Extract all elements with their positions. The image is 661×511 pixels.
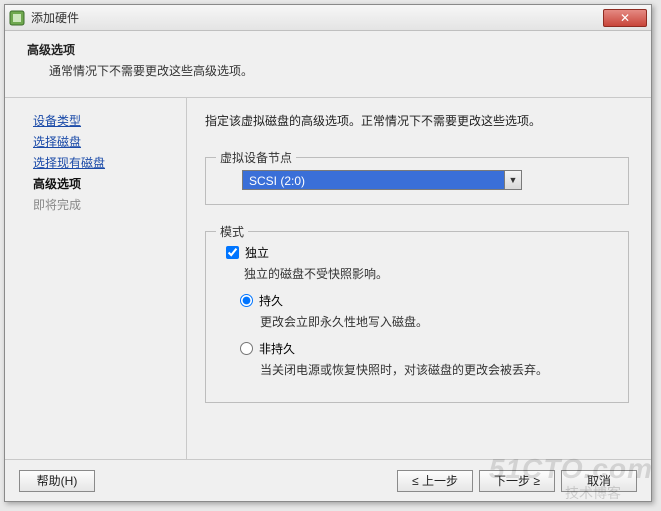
step-advanced-options: 高级选项 (33, 175, 176, 192)
nonpersist-desc: 当关闭电源或恢复快照时，对该磁盘的更改会被丢弃。 (260, 361, 618, 378)
independent-checkbox-row: 独立 (226, 244, 618, 261)
nonpersist-radio[interactable] (240, 342, 253, 355)
wizard-sidebar: 设备类型 选择磁盘 选择现有磁盘 高级选项 即将完成 (5, 98, 187, 459)
body: 设备类型 选择磁盘 选择现有磁盘 高级选项 即将完成 指定该虚拟磁盘的高级选项。… (5, 98, 651, 459)
virtual-device-node-fieldset: 虚拟设备节点 SCSI (2:0) ▼ (205, 157, 629, 205)
mode-legend: 模式 (216, 223, 248, 240)
independent-checkbox[interactable] (226, 246, 239, 259)
footer: 帮助(H) ≤ 上一步 下一步 ≥ 取消 (5, 459, 651, 501)
close-button[interactable]: ✕ (603, 9, 647, 27)
dialog-window: 添加硬件 ✕ 高级选项 通常情况下不需要更改这些高级选项。 设备类型 选择磁盘 … (4, 4, 652, 502)
chevron-down-icon[interactable]: ▼ (504, 170, 522, 190)
header-title: 高级选项 (27, 41, 633, 58)
persist-radio-row: 持久 (240, 292, 618, 309)
virtual-device-node-value: SCSI (2:0) (242, 170, 504, 190)
independent-desc: 独立的磁盘不受快照影响。 (244, 265, 618, 282)
header: 高级选项 通常情况下不需要更改这些高级选项。 (5, 31, 651, 98)
step-device-type[interactable]: 设备类型 (33, 112, 176, 129)
step-ready-complete: 即将完成 (33, 196, 176, 213)
app-icon (9, 10, 25, 26)
nonpersist-radio-row: 非持久 (240, 340, 618, 357)
back-button[interactable]: ≤ 上一步 (397, 470, 473, 492)
persist-radio[interactable] (240, 294, 253, 307)
step-select-disk[interactable]: 选择磁盘 (33, 133, 176, 150)
help-button[interactable]: 帮助(H) (19, 470, 95, 492)
mode-fieldset: 模式 独立 独立的磁盘不受快照影响。 持久 更改会立即永久性地写入磁盘。 非持久… (205, 231, 629, 403)
cancel-button[interactable]: 取消 (561, 470, 637, 492)
virtual-device-node-legend: 虚拟设备节点 (216, 149, 296, 166)
titlebar: 添加硬件 ✕ (5, 5, 651, 31)
window-title: 添加硬件 (31, 9, 79, 26)
independent-label: 独立 (245, 244, 269, 261)
content-pane: 指定该虚拟磁盘的高级选项。正常情况下不需要更改这些选项。 虚拟设备节点 SCSI… (187, 98, 651, 459)
persist-desc: 更改会立即永久性地写入磁盘。 (260, 313, 618, 330)
next-button[interactable]: 下一步 ≥ (479, 470, 555, 492)
header-subtitle: 通常情况下不需要更改这些高级选项。 (27, 62, 633, 79)
close-icon: ✕ (620, 12, 630, 24)
nonpersist-label: 非持久 (259, 340, 295, 357)
virtual-device-node-dropdown[interactable]: SCSI (2:0) ▼ (242, 170, 522, 190)
instruction-text: 指定该虚拟磁盘的高级选项。正常情况下不需要更改这些选项。 (205, 112, 629, 129)
persist-label: 持久 (259, 292, 283, 309)
step-existing-disk[interactable]: 选择现有磁盘 (33, 154, 176, 171)
